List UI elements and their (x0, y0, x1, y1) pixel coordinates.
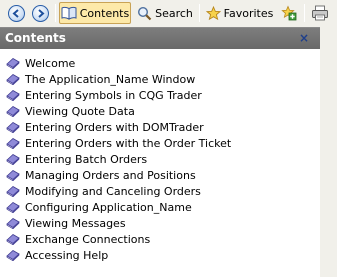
tab-favorites[interactable]: Favorites (204, 2, 275, 24)
star-icon (205, 5, 221, 20)
topic-item[interactable]: Entering Symbols in CQG Trader (0, 87, 320, 103)
toolbar: Contents Search Favorites (0, 0, 337, 27)
topic-label: Accessing Help (25, 248, 109, 262)
topic-list: Welcome The Application_Name Window Enteri… (0, 49, 320, 263)
splitter-area (320, 27, 337, 277)
book-page-icon (6, 202, 20, 213)
topic-label: Entering Batch Orders (25, 152, 148, 166)
topic-label: Configuring Application_Name (25, 200, 192, 214)
book-page-icon (6, 234, 20, 245)
book-page-icon (6, 154, 20, 165)
back-button[interactable] (6, 2, 26, 24)
panel-title: Contents (5, 31, 66, 45)
topic-item[interactable]: Accessing Help (0, 247, 320, 263)
topic-item[interactable]: Configuring Application_Name (0, 199, 320, 215)
add-favorite-icon (281, 5, 297, 21)
tab-contents-label: Contents (79, 6, 130, 20)
close-icon[interactable]: × (299, 28, 309, 49)
topic-item[interactable]: Managing Orders and Positions (0, 167, 320, 183)
book-page-icon (6, 186, 20, 197)
topic-label: Entering Symbols in CQG Trader (25, 88, 202, 102)
book-page-icon (6, 218, 20, 229)
topic-item[interactable]: Viewing Quote Data (0, 103, 320, 119)
book-icon (61, 6, 77, 20)
book-page-icon (6, 170, 20, 181)
topic-item[interactable]: Modifying and Canceling Orders (0, 183, 320, 199)
book-page-icon (6, 74, 20, 85)
toolbar-separator (304, 4, 305, 22)
book-page-icon (6, 90, 20, 101)
contents-tree: Welcome The Application_Name Window Enteri… (0, 49, 320, 277)
toolbar-separator (55, 4, 56, 22)
topic-item[interactable]: Entering Orders with the Order Ticket (0, 135, 320, 151)
tab-search[interactable]: Search (134, 2, 196, 24)
topic-label: Viewing Messages (25, 216, 126, 230)
printer-icon (312, 5, 328, 21)
topic-label: Viewing Quote Data (25, 104, 135, 118)
topic-item[interactable]: Viewing Messages (0, 215, 320, 231)
topic-item[interactable]: Entering Orders with DOMTrader (0, 119, 320, 135)
forward-button[interactable] (30, 2, 50, 24)
topic-label: Welcome (25, 56, 76, 70)
toolbar-separator (199, 4, 200, 22)
arrow-left-icon (7, 4, 25, 22)
topic-label: Entering Orders with the Order Ticket (25, 136, 232, 150)
contents-panel-header: Contents × (0, 28, 320, 49)
print-button[interactable] (309, 2, 331, 24)
add-to-favorites-button[interactable] (279, 2, 299, 24)
topic-label: Entering Orders with DOMTrader (25, 120, 204, 134)
magnifier-icon (138, 6, 152, 20)
tab-favorites-label: Favorites (223, 6, 274, 20)
topic-label: Exchange Connections (25, 232, 151, 246)
tab-contents[interactable]: Contents (59, 2, 131, 24)
tab-search-label: Search (155, 6, 193, 20)
topic-item[interactable]: The Application_Name Window (0, 71, 320, 87)
book-page-icon (6, 250, 20, 261)
topic-item[interactable]: Entering Batch Orders (0, 151, 320, 167)
book-page-icon (6, 138, 20, 149)
topic-item[interactable]: Exchange Connections (0, 231, 320, 247)
topic-label: Modifying and Canceling Orders (25, 184, 201, 198)
topic-label: Managing Orders and Positions (25, 168, 196, 182)
book-page-icon (6, 58, 20, 69)
arrow-right-icon (31, 4, 49, 22)
book-page-icon (6, 106, 20, 117)
topic-item[interactable]: Welcome (0, 55, 320, 71)
topic-label: The Application_Name Window (25, 72, 196, 86)
book-page-icon (6, 122, 20, 133)
